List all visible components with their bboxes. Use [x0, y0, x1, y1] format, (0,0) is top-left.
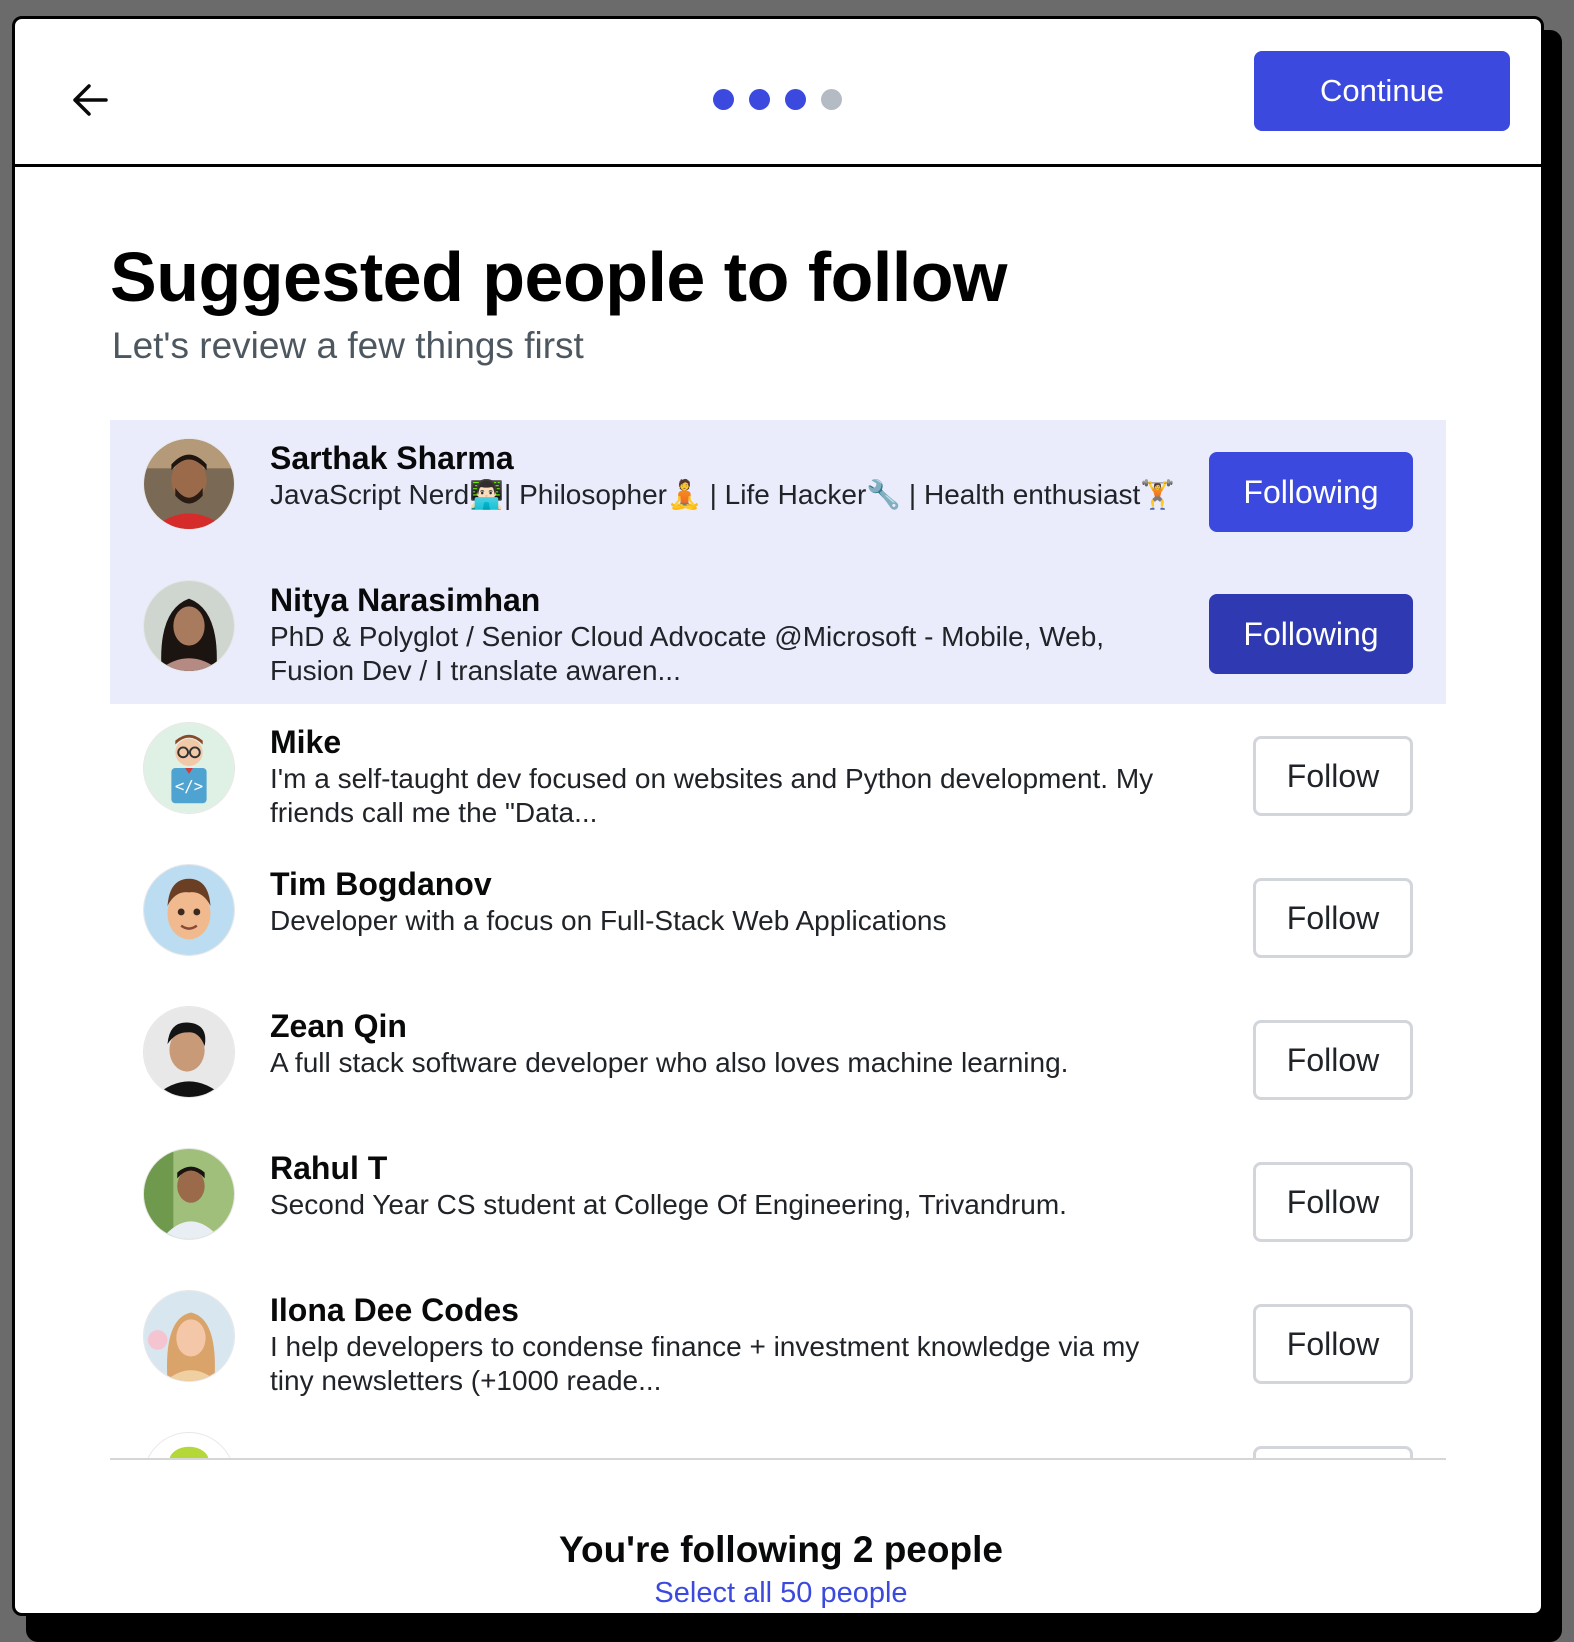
onboarding-modal: Continue Suggested people to follow Let'… — [12, 16, 1544, 1616]
person-name[interactable]: Mike — [270, 724, 341, 761]
select-all-link[interactable]: Select all 50 people — [15, 1577, 1541, 1610]
list-item[interactable]: Sarthak Sharma JavaScript Nerd👨🏻‍💻| Phil… — [110, 420, 1446, 562]
person-name[interactable]: Tim Bogdanov — [270, 866, 492, 903]
following-button[interactable]: Following — [1209, 452, 1413, 532]
list-item[interactable]: Zean Qin A full stack software developer… — [110, 988, 1446, 1130]
list-item[interactable]: Tim Bogdanov Developer with a focus on F… — [110, 846, 1446, 988]
svg-text:</>: </> — [175, 776, 203, 795]
step-dot-2 — [749, 89, 770, 110]
list-item[interactable]: Ilona Dee Codes I help developers to con… — [110, 1272, 1446, 1414]
avatar — [143, 1290, 235, 1382]
step-indicator — [713, 89, 842, 110]
list-item[interactable] — [110, 1414, 1446, 1458]
step-dot-4 — [821, 89, 842, 110]
list-item[interactable]: Nitya Narasimhan PhD & Polyglot / Senior… — [110, 562, 1446, 704]
modal-header: Continue — [15, 19, 1541, 167]
step-dot-1 — [713, 89, 734, 110]
person-bio: Developer with a focus on Full-Stack Web… — [270, 905, 947, 936]
person-bio: A full stack software developer who also… — [270, 1047, 1069, 1078]
avatar — [143, 864, 235, 956]
follow-button[interactable]: Follow — [1253, 1020, 1413, 1100]
person-bio: PhD & Polyglot / Senior Cloud Advocate @… — [270, 621, 1105, 686]
person-name[interactable]: Rahul T — [270, 1150, 387, 1187]
back-button[interactable] — [65, 75, 115, 125]
avatar — [143, 580, 235, 672]
person-name[interactable]: Zean Qin — [270, 1008, 407, 1045]
avatar: </> — [143, 722, 235, 814]
follow-button[interactable] — [1253, 1446, 1413, 1458]
avatar — [143, 1148, 235, 1240]
page-title: Suggested people to follow — [110, 238, 1008, 316]
follow-button[interactable]: Follow — [1253, 736, 1413, 816]
person-bio: JavaScript Nerd👨🏻‍💻| Philosopher🧘 | Life… — [270, 479, 1176, 510]
continue-button[interactable]: Continue — [1254, 51, 1510, 131]
page-subtitle: Let's review a few things first — [112, 325, 584, 366]
person-name[interactable]: Ilona Dee Codes — [270, 1292, 519, 1329]
step-dot-3 — [785, 89, 806, 110]
person-name[interactable]: Sarthak Sharma — [270, 440, 514, 477]
follow-button[interactable]: Follow — [1253, 1304, 1413, 1384]
arrow-left-icon — [73, 84, 108, 116]
avatar — [143, 1006, 235, 1098]
following-button[interactable]: Following — [1209, 594, 1413, 674]
avatar — [143, 1432, 235, 1458]
person-bio: Second Year CS student at College Of Eng… — [270, 1189, 1067, 1220]
people-list[interactable]: Sarthak Sharma JavaScript Nerd👨🏻‍💻| Phil… — [110, 420, 1446, 1460]
person-name[interactable]: Nitya Narasimhan — [270, 582, 540, 619]
following-summary: You're following 2 people — [559, 1529, 1003, 1570]
avatar — [143, 438, 235, 530]
list-item[interactable]: Rahul T Second Year CS student at Colleg… — [110, 1130, 1446, 1272]
person-bio: I help developers to condense finance + … — [270, 1331, 1140, 1396]
person-bio: I'm a self-taught dev focused on website… — [270, 763, 1154, 828]
follow-button[interactable]: Follow — [1253, 1162, 1413, 1242]
list-item[interactable]: </> Mike I'm a self-taught dev focused o… — [110, 704, 1446, 846]
follow-button[interactable]: Follow — [1253, 878, 1413, 958]
